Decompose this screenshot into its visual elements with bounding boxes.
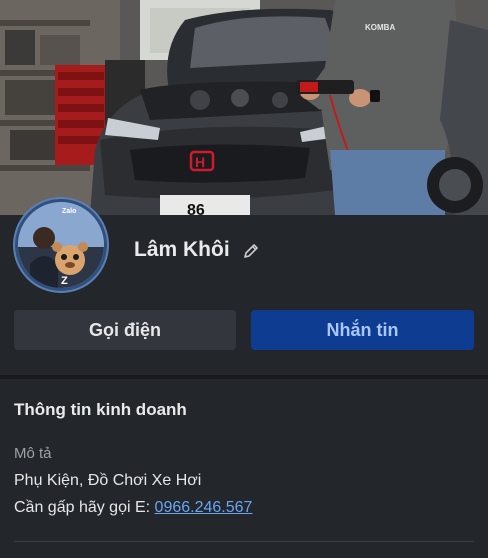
license-plate-text: 86 [187,202,205,215]
section-title: Thông tin kinh doanh [14,400,187,419]
pencil-icon[interactable] [240,240,262,262]
call-button[interactable]: Gọi điện [14,310,236,350]
message-button[interactable]: Nhắn tin [251,310,474,350]
avatar-image: Z Zalo [18,202,104,288]
description-label: Mô tả [14,445,52,462]
svg-text:Z: Z [61,275,68,287]
phone-link[interactable]: 0966.246.567 [155,499,253,516]
avatar-badge: Zalo [62,208,77,215]
description-line-1: Phụ Kiện, Đồ Chơi Xe Hơi [14,472,202,489]
cover-photo[interactable]: H 86 KOMBA [0,0,488,215]
bottom-divider [14,541,474,542]
shirt-logo-text: KOMBA [365,23,395,32]
profile-name: Lâm Khôi [134,238,230,261]
description-prefix: Cần gấp hãy gọi E: [14,499,155,516]
avatar[interactable]: Z Zalo [13,197,109,293]
description-line-2: Cần gấp hãy gọi E: 0966.246.567 [14,499,252,517]
svg-text:H: H [195,154,205,170]
